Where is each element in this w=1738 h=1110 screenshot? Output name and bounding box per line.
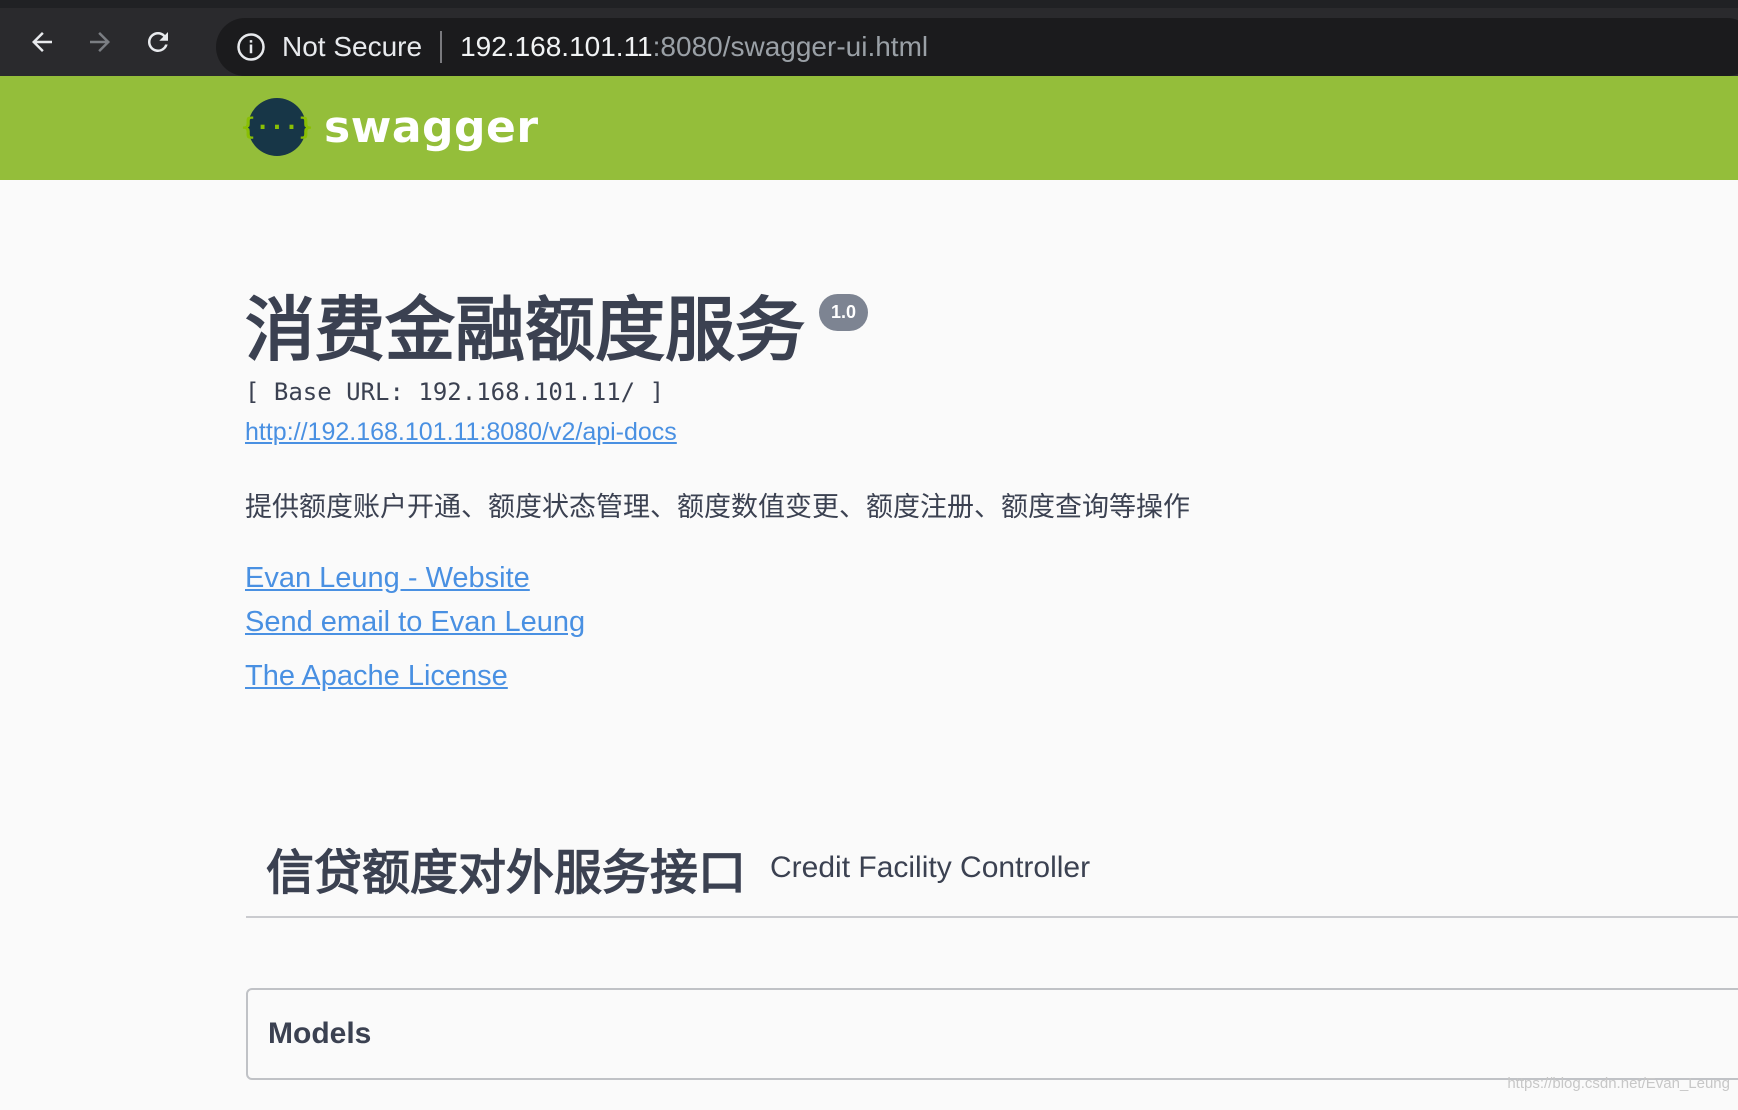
api-docs-link[interactable]: http://192.168.101.11:8080/v2/api-docs [245, 418, 677, 447]
tag-section-credit-facility[interactable]: 信贷额度对外服务接口 Credit Facility Controller [246, 820, 1738, 918]
swagger-logo-glyph: {···} [240, 113, 314, 141]
version-badge: 1.0 [819, 294, 869, 331]
url-text[interactable]: 192.168.101.11:8080/swagger-ui.html [460, 31, 928, 63]
base-url: [ Base URL: 192.168.101.11/ ] [245, 378, 665, 406]
api-info: 消费金融额度服务 1.0 [ Base URL: 192.168.101.11/… [245, 282, 1695, 698]
swagger-logo[interactable]: {···} swagger [241, 98, 539, 156]
license-link[interactable]: The Apache License [245, 654, 1695, 698]
reload-button[interactable] [138, 22, 178, 62]
forward-button[interactable] [80, 22, 120, 62]
contact-email-link[interactable]: Send email to Evan Leung [245, 600, 1695, 644]
watermark: https://blog.csdn.net/Evan_Leung [1507, 1075, 1730, 1092]
browser-toolbar: Not Secure 192.168.101.11:8080/swagger-u… [0, 0, 1738, 76]
swagger-logo-icon: {···} [241, 98, 313, 156]
contact-website-link[interactable]: Evan Leung - Website [245, 556, 1695, 600]
back-arrow-icon [32, 32, 52, 52]
address-bar[interactable]: Not Secure 192.168.101.11:8080/swagger-u… [216, 18, 1738, 76]
security-label[interactable]: Not Secure [282, 31, 422, 63]
forward-arrow-icon [90, 32, 110, 52]
tag-name[interactable]: 信贷额度对外服务接口 [266, 833, 746, 903]
separator [440, 31, 443, 63]
info-icon[interactable] [236, 32, 266, 62]
api-description: 提供额度账户开通、额度状态管理、额度数值变更、额度注册、额度查询等操作 [245, 492, 1190, 522]
swagger-logo-text: swagger [324, 101, 539, 153]
url-path: :8080/swagger-ui.html [652, 31, 929, 62]
tag-description: Credit Facility Controller [770, 851, 1091, 884]
models-section[interactable]: Models [246, 988, 1738, 1080]
swagger-topbar: {···} swagger [0, 76, 1738, 180]
title-row: 消费金融额度服务 1.0 [245, 282, 1695, 378]
info-links: Evan Leung - Website Send email to Evan … [245, 556, 1695, 698]
url-host: 192.168.101.11 [460, 31, 653, 62]
models-title[interactable]: Models [268, 1017, 371, 1051]
page-title: 消费金融额度服务 [245, 289, 805, 371]
back-button[interactable] [22, 22, 62, 62]
reload-icon [147, 31, 168, 52]
